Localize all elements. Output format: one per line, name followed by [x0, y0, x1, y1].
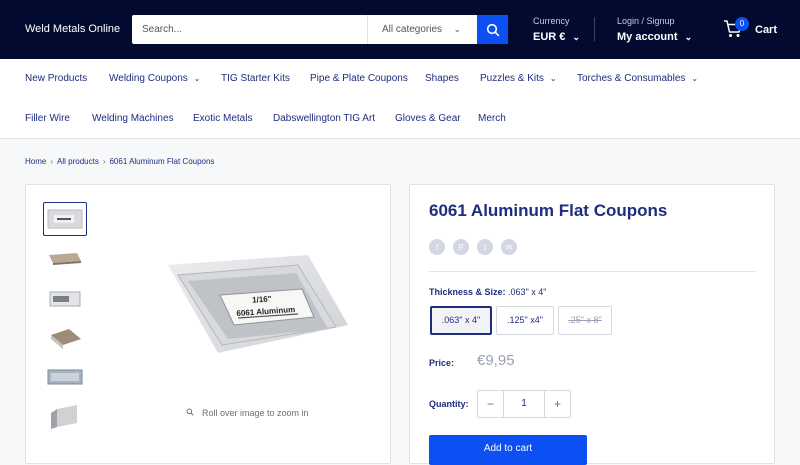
product-gallery: 1/16" 6061 Aluminum Roll over image to z… — [25, 184, 391, 464]
search-bar: All categories ⌄ — [132, 15, 508, 44]
pinterest-share-icon[interactable]: P — [453, 239, 469, 255]
main-product-image[interactable]: 1/16" 6061 Aluminum — [158, 235, 358, 375]
nav-item-label: Gloves & Gear — [395, 113, 461, 124]
store-logo[interactable]: Weld Metals Online — [25, 23, 120, 35]
size-option[interactable]: .063" x 4" — [430, 306, 492, 335]
email-share-icon[interactable]: ✉ — [501, 239, 517, 255]
quantity-input[interactable]: 1 — [503, 391, 545, 417]
gallery-thumbnail[interactable] — [43, 202, 87, 236]
nav-item-torches-consumables[interactable]: Torches & Consumables ⌄ — [577, 73, 698, 84]
chevron-down-icon: ⌄ — [193, 74, 201, 83]
thumbnail-image — [47, 369, 83, 385]
price-value: €9,95 — [477, 352, 515, 369]
search-input[interactable] — [132, 15, 367, 44]
chevron-down-icon: ⌄ — [549, 74, 557, 83]
breadcrumb-home[interactable]: Home — [25, 157, 46, 166]
nav-item-label: Filler Wire — [25, 113, 70, 124]
facebook-share-icon[interactable]: f — [429, 239, 445, 255]
nav-item-label: Puzzles & Kits — [480, 73, 544, 84]
currency-selector[interactable]: EUR € ⌄ — [533, 31, 580, 43]
product-title: 6061 Aluminum Flat Coupons — [429, 201, 668, 220]
nav-item-welding-coupons[interactable]: Welding Coupons ⌄ — [109, 73, 200, 84]
coupon-label-size: 1/16" — [252, 294, 272, 304]
quantity-decrease-button[interactable]: − — [478, 391, 503, 417]
header-divider — [594, 17, 595, 41]
gallery-thumbnail[interactable] — [43, 241, 87, 275]
search-button[interactable] — [477, 15, 508, 44]
zoom-icon — [186, 408, 194, 416]
thumbnail-image — [49, 253, 81, 265]
chevron-down-icon: ⌄ — [572, 32, 581, 42]
currency-caption: Currency — [533, 16, 570, 26]
gallery-thumbnail[interactable] — [43, 399, 87, 433]
thumbnail-image — [47, 209, 83, 229]
category-select[interactable]: All categories ⌄ — [367, 15, 477, 44]
thumbnail-image — [49, 291, 81, 307]
account-label: My account — [617, 31, 678, 43]
size-option[interactable]: .25" x 8" — [558, 306, 612, 335]
breadcrumb-current: 6061 Aluminum Flat Coupons — [109, 157, 215, 166]
nav-item-dabswellington-tig-art[interactable]: Dabswellington TIG Art — [273, 113, 375, 124]
nav-item-gloves-gear[interactable]: Gloves & Gear — [395, 113, 461, 124]
gallery-thumbnail[interactable] — [43, 281, 87, 315]
add-to-cart-button[interactable]: Add to cart — [429, 435, 587, 465]
product-info: 6061 Aluminum Flat Coupons f P t ✉ Thick… — [409, 184, 775, 465]
cart-count-badge: 0 — [735, 17, 749, 31]
option-name: Thickness & Size: — [429, 287, 506, 297]
zoom-hint: Roll over image to zoom in — [186, 408, 309, 418]
nav-item-tig-starter-kits[interactable]: TIG Starter Kits — [221, 73, 290, 84]
site-header: Weld Metals Online All categories ⌄ Curr… — [0, 0, 800, 59]
nav-item-pipe-plate-coupons[interactable]: Pipe & Plate Coupons — [310, 73, 408, 84]
nav-item-label: Torches & Consumables — [577, 73, 686, 84]
size-option[interactable]: .125" x4" — [496, 306, 554, 335]
search-icon — [486, 23, 499, 36]
option-caption: Thickness & Size: .063" x 4" — [429, 287, 546, 297]
nav-item-label: Exotic Metals — [193, 113, 253, 124]
quantity-label: Quantity: — [429, 399, 469, 409]
option-selected-value: .063" x 4" — [508, 287, 547, 297]
account-menu[interactable]: My account ⌄ — [617, 31, 692, 43]
chevron-down-icon: ⌄ — [691, 74, 699, 83]
nav-item-new-products[interactable]: New Products — [25, 73, 87, 84]
gallery-thumbnail[interactable] — [43, 360, 87, 394]
twitter-share-icon[interactable]: t — [477, 239, 493, 255]
zoom-hint-text: Roll over image to zoom in — [202, 408, 309, 418]
price-label: Price: — [429, 358, 455, 368]
nav-item-merch[interactable]: Merch — [478, 113, 506, 124]
nav-item-label: Dabswellington TIG Art — [273, 113, 376, 124]
divider — [429, 271, 756, 272]
thumbnail-image — [51, 405, 77, 429]
gallery-thumbnail[interactable] — [43, 321, 87, 355]
chevron-down-icon: ⌄ — [453, 24, 461, 34]
chevron-right-icon: › — [102, 157, 106, 166]
login-link[interactable]: Login / Signup — [617, 16, 675, 26]
nav-item-welding-machines[interactable]: Welding Machines — [92, 113, 174, 124]
chevron-right-icon: › — [50, 157, 54, 166]
nav-item-shapes[interactable]: Shapes — [425, 73, 459, 84]
nav-item-label: TIG Starter Kits — [221, 73, 290, 84]
nav-item-exotic-metals[interactable]: Exotic Metals — [193, 113, 252, 124]
main-navigation: New Products Welding Coupons ⌄ TIG Starte… — [0, 59, 800, 139]
nav-item-label: Pipe & Plate Coupons — [310, 73, 408, 84]
category-select-label: All categories — [382, 24, 443, 35]
breadcrumb-all-products[interactable]: All products — [57, 157, 99, 166]
quantity-stepper: − 1 + — [477, 390, 571, 418]
breadcrumb: Home › All products › 6061 Aluminum Flat Cou… — [25, 157, 214, 166]
cart-link[interactable]: Cart — [755, 24, 777, 36]
quantity-increase-button[interactable]: + — [545, 391, 570, 417]
nav-item-label: Shapes — [425, 73, 459, 84]
chevron-down-icon: ⌄ — [684, 32, 693, 42]
nav-item-label: New Products — [25, 73, 88, 84]
currency-value: EUR € — [533, 31, 566, 43]
nav-item-label: Welding Machines — [92, 113, 174, 124]
thumbnail-image — [51, 329, 81, 349]
nav-item-label: Welding Coupons — [109, 73, 188, 84]
nav-item-filler-wire[interactable]: Filler Wire — [25, 113, 70, 124]
nav-item-puzzles-kits[interactable]: Puzzles & Kits ⌄ — [480, 73, 557, 84]
nav-item-label: Merch — [478, 113, 506, 124]
